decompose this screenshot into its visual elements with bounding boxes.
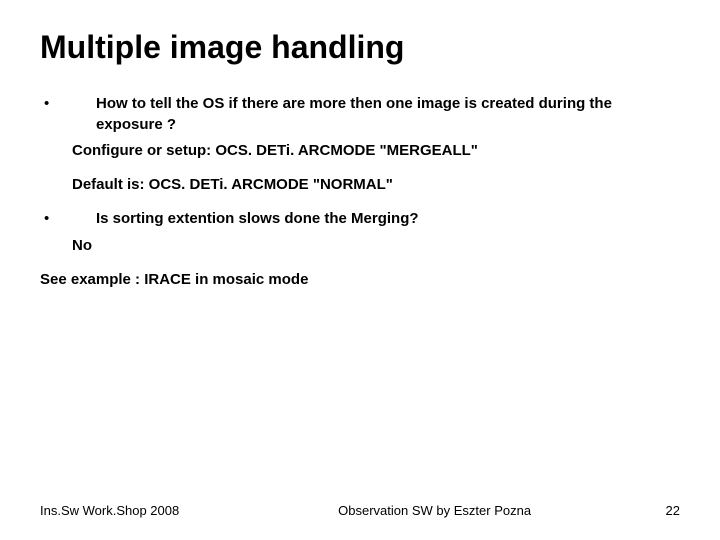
bullet-answer: Configure or setup: OCS. DETi. ARCMODE "… [72,141,680,161]
bullet-item: • Is sorting extention slows done the Me… [40,209,680,229]
bullet-item: • How to tell the OS if there are more t… [40,94,680,135]
slide-footer: Ins.Sw Work.Shop 2008 Observation SW by … [0,503,720,518]
see-also: See example : IRACE in mosaic mode [40,270,680,290]
bullet-answer: Default is: OCS. DETi. ARCMODE "NORMAL" [72,175,680,195]
bullet-question: How to tell the OS if there are more the… [96,94,680,135]
footer-center: Observation SW by Eszter Pozna [179,503,650,518]
footer-left: Ins.Sw Work.Shop 2008 [40,503,179,518]
bullet-mark: • [40,209,96,229]
bullet-question: Is sorting extention slows done the Merg… [96,209,680,229]
slide-body: • How to tell the OS if there are more t… [40,94,680,290]
bullet-mark: • [40,94,96,114]
bullet-answer: No [72,236,680,256]
page-title: Multiple image handling [40,28,680,66]
footer-right: 22 [650,503,680,518]
slide: Multiple image handling • How to tell th… [0,0,720,540]
